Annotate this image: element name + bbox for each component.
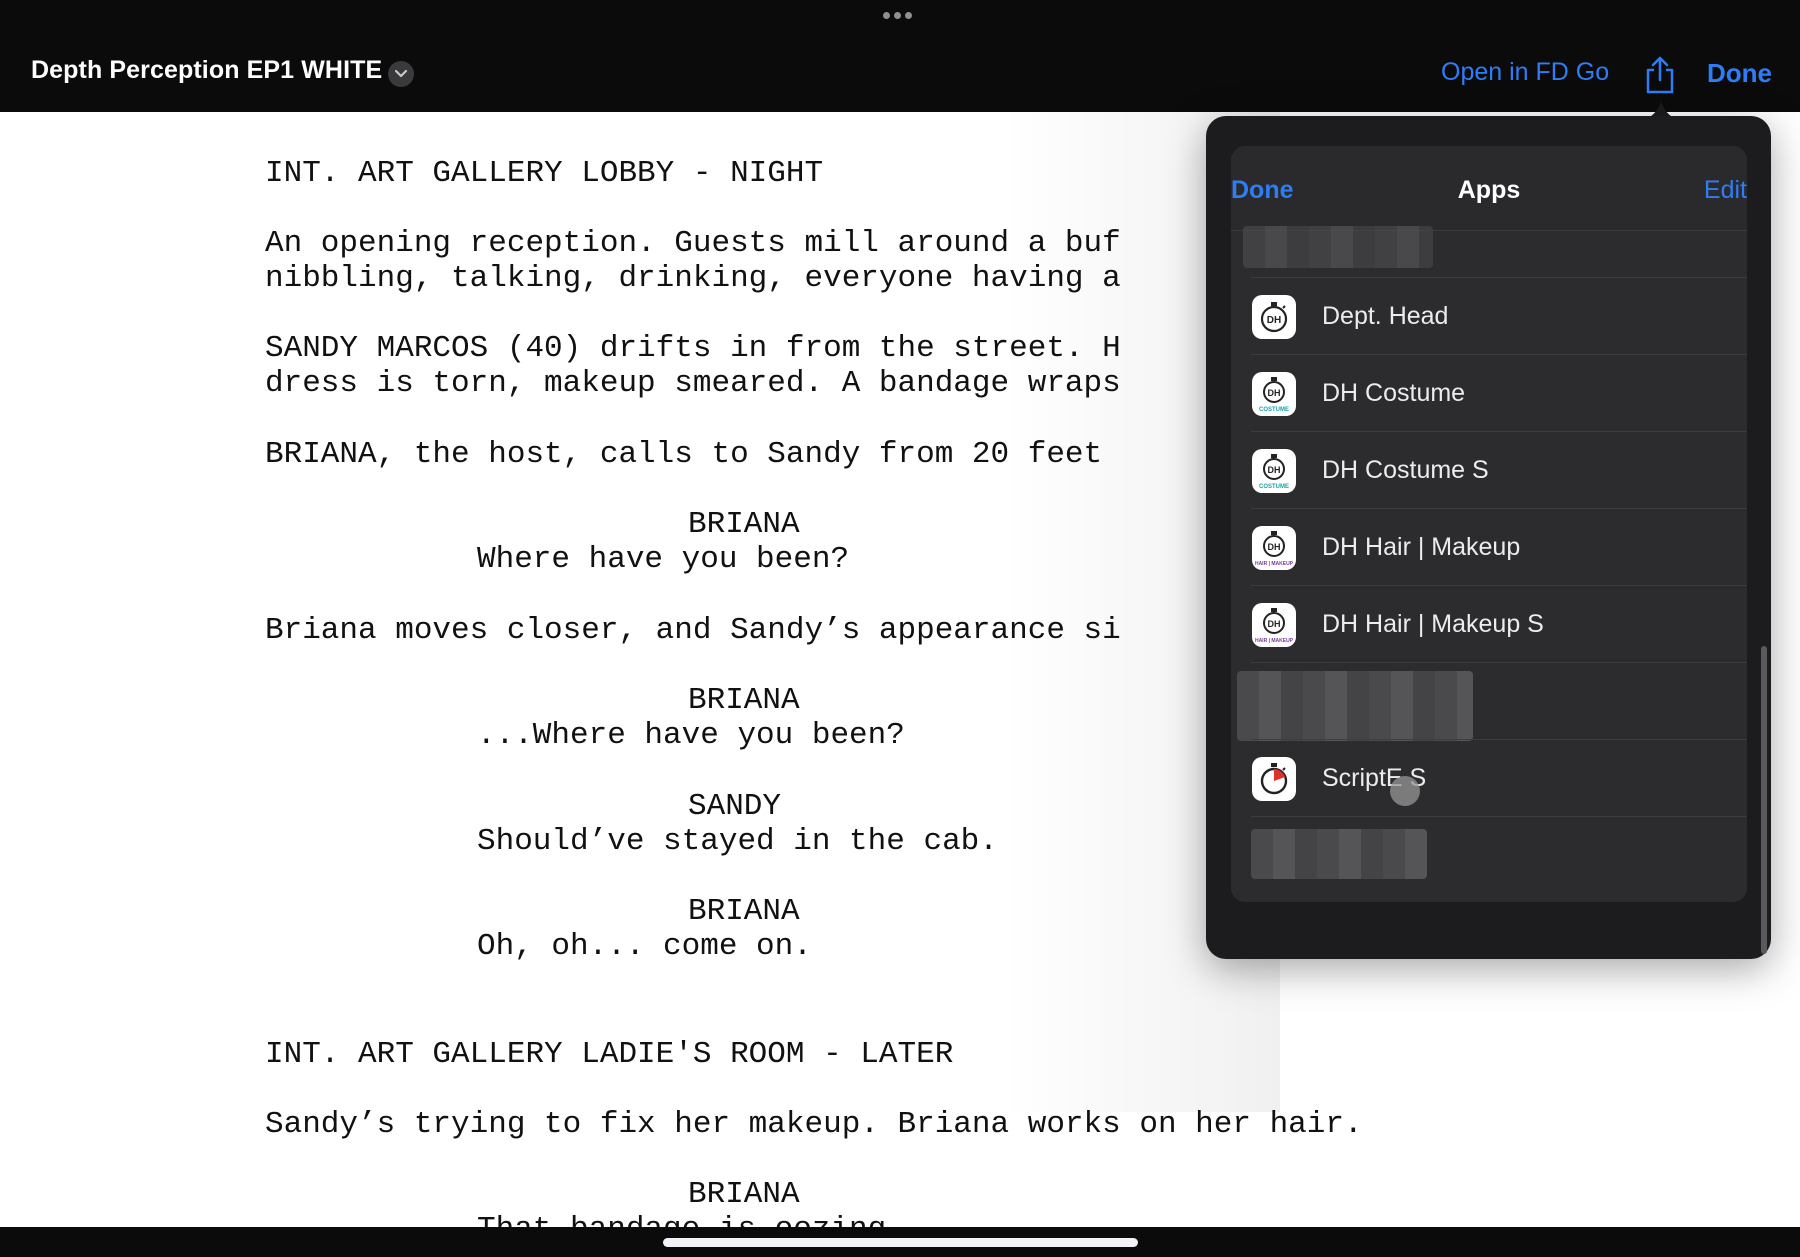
action-line: Briana moves closer, and Sandy’s appeara… [265,613,1121,648]
dh-costume-icon: DH COSTUME [1252,449,1296,493]
svg-text:COSTUME: COSTUME [1259,484,1289,490]
redacted-app [1237,671,1473,741]
svg-text:DH: DH [1268,465,1281,475]
app-label: DH Costume S [1322,456,1489,484]
dialogue-line: Oh, oh... come on. [477,929,812,964]
done-button[interactable]: Done [1707,58,1772,89]
chevron-down-icon[interactable] [388,61,414,87]
list-item-scripte-s[interactable]: ScriptE S [1231,740,1747,817]
redacted-app [1243,226,1433,268]
redacted-app [1251,829,1427,879]
open-in-fd-go-button[interactable]: Open in FD Go [1441,58,1609,87]
app-label: DH Hair | Makeup S [1322,610,1544,638]
list-item-dh-costume-s[interactable]: DH COSTUME DH Costume S [1231,432,1747,509]
character-cue: BRIANA [688,683,800,718]
svg-text:DH: DH [1268,542,1281,552]
list-item-dh-costume[interactable]: DH COSTUME DH Costume [1231,355,1747,432]
top-bar: Depth Perception EP1 WHITE Open in FD Go… [0,0,1800,112]
share-icon[interactable] [1643,56,1677,94]
svg-text:DH: DH [1268,388,1281,398]
more-dots-icon[interactable] [883,12,912,19]
dh-app-icon: DH [1252,295,1296,339]
apps-sheet-title: Apps [1457,176,1521,204]
character-cue: BRIANA [688,1177,800,1212]
action-line: dress is torn, makeup smeared. A bandage… [265,366,1121,401]
svg-text:HAIR | MAKEUP: HAIR | MAKEUP [1255,561,1294,567]
touch-indicator [1390,776,1420,806]
apps-sheet-header: Done Apps Edit [1231,146,1747,231]
document-title[interactable]: Depth Perception EP1 WHITE [31,56,382,85]
apps-sheet: Done Apps Edit DH Dept. Head DH COSTUME … [1231,146,1747,902]
dh-costume-icon: DH COSTUME [1252,372,1296,416]
dialogue-line: That bandage is oozing. [477,1212,905,1227]
app-label: DH Hair | Makeup [1322,533,1521,561]
list-item-dept-head[interactable]: DH Dept. Head [1231,278,1747,355]
scroll-indicator[interactable] [1761,646,1767,954]
action-line: nibbling, talking, drinking, everyone ha… [265,261,1121,296]
scripte-stopwatch-icon [1252,757,1296,801]
home-indicator[interactable] [663,1238,1138,1247]
character-cue: BRIANA [688,894,800,929]
dialogue-line: ...Where have you been? [477,718,905,753]
app-label: Dept. Head [1322,302,1449,330]
svg-text:DH: DH [1268,619,1281,629]
list-item-dh-hair-makeup-s[interactable]: DH HAIR | MAKEUP DH Hair | Makeup S [1231,586,1747,663]
action-line: SANDY MARCOS (40) drifts in from the str… [265,331,1121,366]
character-cue: SANDY [688,789,782,824]
action-line: BRIANA, the host, calls to Sandy from 20… [265,437,1103,472]
app-label: DH Costume [1322,379,1466,407]
svg-text:DH: DH [1267,315,1281,326]
action-line: An opening reception. Guests mill around… [265,226,1121,261]
scene-heading: INT. ART GALLERY LOBBY - NIGHT [265,156,824,191]
apps-edit-button[interactable]: Edit [1704,176,1747,205]
dialogue-line: Should’ve stayed in the cab. [477,824,998,859]
list-item-blurred[interactable] [1231,220,1747,278]
list-item-blurred[interactable] [1231,663,1747,741]
character-cue: BRIANA [688,507,800,542]
svg-text:HAIR | MAKEUP: HAIR | MAKEUP [1255,638,1294,644]
dh-hair-makeup-icon: DH HAIR | MAKEUP [1252,603,1296,647]
list-item-blurred[interactable] [1231,817,1747,894]
action-line: Sandy’s trying to fix her makeup. Briana… [265,1107,1363,1142]
dialogue-line: Where have you been? [477,542,850,577]
list-item-dh-hair-makeup[interactable]: DH HAIR | MAKEUP DH Hair | Makeup [1231,509,1747,586]
dh-hair-makeup-icon: DH HAIR | MAKEUP [1252,526,1296,570]
svg-text:COSTUME: COSTUME [1259,407,1289,413]
scene-heading: INT. ART GALLERY LADIE'S ROOM - LATER [265,1037,954,1072]
